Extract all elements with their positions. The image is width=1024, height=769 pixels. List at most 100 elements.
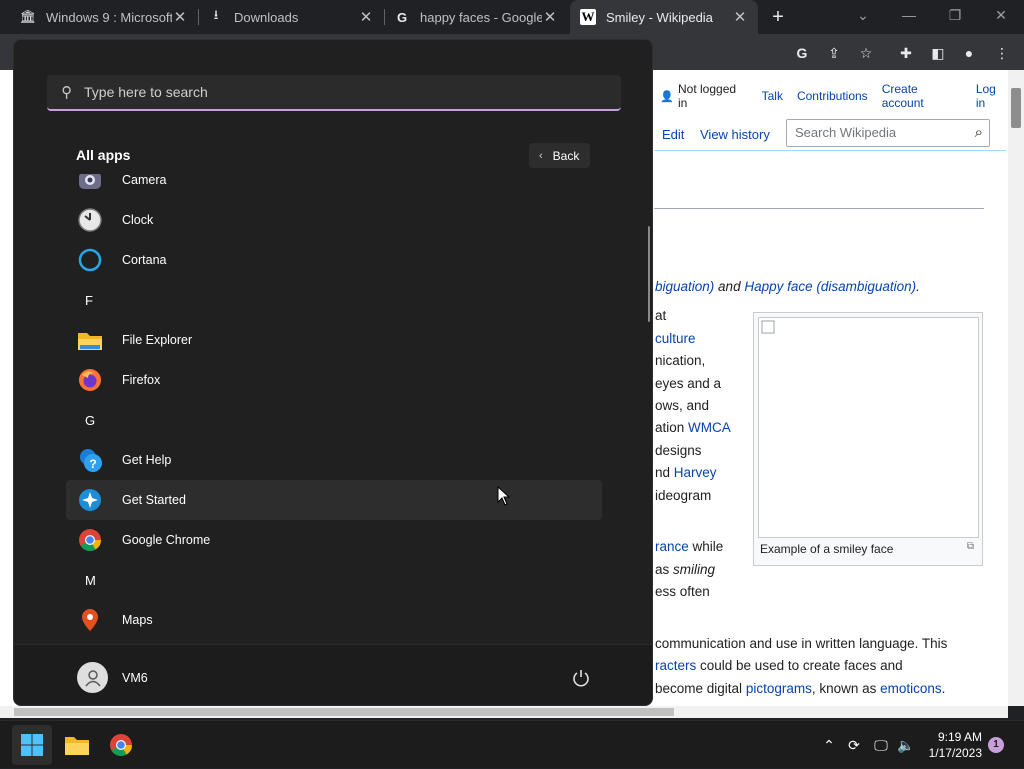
close-window-button[interactable]: ✕ — [978, 0, 1024, 30]
broken-image-icon — [761, 320, 775, 334]
clock-icon — [77, 207, 103, 233]
pictograms-link[interactable]: pictograms — [746, 681, 812, 696]
line-text: ation — [655, 420, 689, 435]
volume-icon[interactable]: 🔈 — [896, 721, 916, 769]
login-link[interactable]: Log in — [976, 82, 1008, 110]
tab-downloads[interactable]: ⭳ Downloads ✕ — [198, 0, 384, 34]
extensions-icon[interactable]: ✚ — [895, 42, 917, 64]
app-get-help[interactable]: ? Get Help — [66, 440, 602, 480]
app-label: File Explorer — [122, 333, 193, 347]
contributions-link[interactable]: Contributions — [797, 89, 868, 103]
taskbar-chrome[interactable] — [101, 725, 141, 765]
page-horizontal-scrollbar[interactable] — [0, 706, 1008, 718]
article-line: racters could be used to create faces an… — [655, 658, 903, 673]
folder-icon — [65, 737, 89, 755]
page-vertical-scrollbar[interactable] — [1008, 70, 1024, 706]
tab-edit[interactable]: Edit — [662, 127, 684, 142]
clock-time: 9:19 AM — [937, 730, 982, 744]
tab-label: Windows 9 : Microsoft — [46, 9, 172, 25]
app-get-started[interactable]: Get Started — [66, 480, 602, 520]
talk-link[interactable]: Talk — [762, 89, 783, 103]
profile-icon[interactable]: ● — [958, 42, 980, 64]
app-list-scrollbar[interactable] — [648, 226, 650, 322]
app-cortana[interactable]: Cortana — [66, 240, 602, 280]
line-text: become digital — [655, 681, 746, 696]
infobox: Example of a smiley face ⧉ — [753, 312, 983, 566]
article-line: eyes and a — [655, 376, 722, 391]
close-icon[interactable]: ✕ — [172, 8, 188, 26]
close-icon[interactable]: ✕ — [542, 8, 558, 26]
app-google-chrome[interactable]: Google Chrome — [66, 520, 602, 560]
not-logged-in-text: Not logged in — [678, 82, 737, 110]
mouse-cursor-icon — [497, 486, 511, 506]
tab-search-button[interactable]: ⌄ — [840, 0, 886, 30]
hatnote-mid: and — [714, 279, 745, 294]
characters-link[interactable]: racters — [655, 658, 696, 673]
section-letter-m[interactable]: M — [85, 573, 96, 588]
close-icon[interactable]: ✕ — [358, 8, 374, 26]
wmca-link[interactable]: WMCA — [688, 420, 731, 435]
article-line: ation WMCA — [655, 420, 731, 435]
folder-icon — [77, 327, 103, 353]
create-account-link[interactable]: Create account — [882, 82, 962, 110]
article-line: designs — [655, 443, 702, 458]
sync-icon[interactable]: ⟳ — [844, 721, 864, 769]
bookmark-star-icon[interactable]: ☆ — [855, 42, 877, 64]
wikipedia-search-input[interactable]: Search Wikipedia ⌕ — [786, 119, 990, 147]
cortana-icon — [77, 247, 103, 273]
search-placeholder: Search Wikipedia — [795, 125, 897, 140]
minimize-button[interactable]: — — [886, 0, 932, 30]
tab-windows9[interactable]: 🏛 Windows 9 : Microsoft ✕ — [10, 0, 198, 34]
enlarge-icon[interactable]: ⧉ — [967, 541, 974, 552]
app-clock[interactable]: Clock — [66, 200, 602, 240]
appearance-link[interactable]: rance — [655, 539, 689, 554]
network-icon[interactable]: 🖵 — [871, 721, 891, 769]
back-button[interactable]: ‹ Back — [529, 143, 590, 168]
section-letter-g[interactable]: G — [85, 413, 95, 428]
share-icon[interactable]: ⇪ — [823, 42, 845, 64]
google-lens-icon[interactable]: G — [791, 42, 813, 64]
section-letter-f[interactable]: F — [85, 293, 93, 308]
power-icon[interactable] — [571, 668, 591, 688]
taskbar-clock[interactable]: 9:19 AM 1/17/2023 — [922, 729, 982, 761]
new-tab-button[interactable]: + — [766, 5, 790, 29]
start-search-input[interactable] — [84, 84, 564, 100]
start-button[interactable] — [12, 725, 52, 765]
chevron-up-icon[interactable]: ⌃ — [820, 721, 838, 769]
harvey-link[interactable]: Harvey — [674, 465, 717, 480]
browser-tab-strip: 🏛 Windows 9 : Microsoft ✕ ⭳ Downloads ✕ … — [0, 0, 1024, 34]
smiley-image-placeholder[interactable] — [758, 317, 979, 538]
scrollbar-thumb[interactable] — [1011, 88, 1021, 128]
tab-label: Smiley - Wikipedia — [606, 9, 713, 25]
start-search-box[interactable]: ⚲ — [47, 75, 621, 111]
app-firefox[interactable]: Firefox — [66, 360, 602, 400]
tab-smiley-wikipedia[interactable]: W Smiley - Wikipedia ✕ — [570, 0, 758, 34]
hatnote-link-1[interactable]: biguation) — [655, 279, 714, 294]
scrollbar-thumb[interactable] — [14, 708, 674, 716]
tab-google-search[interactable]: G happy faces - Google S ✕ — [384, 0, 568, 34]
notification-badge[interactable]: 1 — [988, 737, 1004, 753]
tab-view-history[interactable]: View history — [700, 127, 770, 142]
side-panel-icon[interactable]: ◧ — [927, 42, 949, 64]
line-text: , known as — [811, 681, 881, 696]
menu-icon[interactable]: ⋮ — [991, 42, 1013, 64]
start-menu-footer: VM6 — [14, 644, 652, 705]
tab-underline — [654, 150, 1006, 151]
app-camera[interactable]: Camera — [66, 174, 602, 200]
close-icon[interactable]: ✕ — [732, 8, 748, 26]
culture-link[interactable]: culture — [655, 331, 696, 346]
title-divider — [654, 208, 984, 209]
restore-button[interactable]: ❐ — [932, 0, 978, 30]
user-name: VM6 — [122, 670, 148, 685]
app-maps[interactable]: Maps — [66, 600, 602, 640]
search-icon[interactable]: ⌕ — [975, 124, 983, 141]
app-label: Cortana — [122, 253, 167, 267]
tab-label: happy faces - Google S — [420, 9, 542, 25]
hatnote-link-2[interactable]: Happy face (disambiguation) — [744, 279, 916, 294]
emoticons-link[interactable]: emoticons — [880, 681, 942, 696]
user-account-button[interactable]: VM6 — [77, 662, 148, 693]
app-file-explorer[interactable]: File Explorer — [66, 320, 602, 360]
taskbar-file-explorer[interactable] — [57, 725, 97, 765]
app-label: Camera — [122, 174, 167, 187]
firefox-icon — [77, 367, 103, 393]
